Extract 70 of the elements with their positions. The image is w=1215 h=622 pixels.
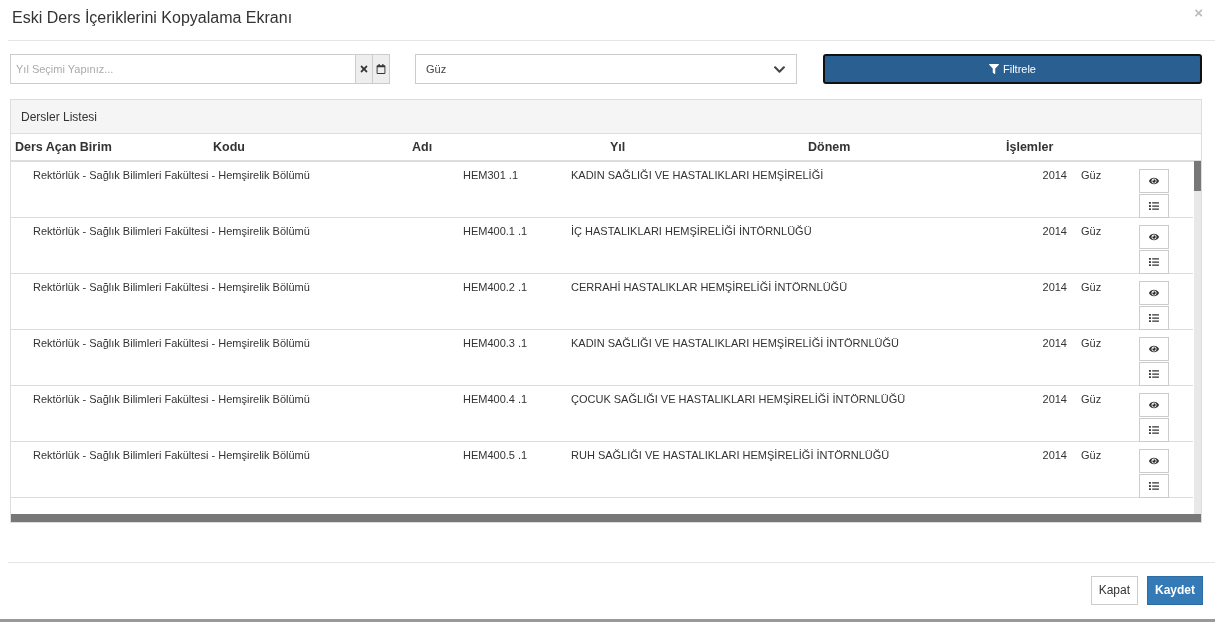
column-header: Dönem [808, 140, 852, 154]
table-cell-text: Güz [1081, 393, 1103, 405]
table-cell-text: Rektörlük - Sağlık Bilimleri Fakültesi - Hemşirelik Bölümü [33, 169, 311, 181]
list-button[interactable] [1139, 306, 1169, 330]
list-button[interactable] [1139, 418, 1169, 442]
list-button[interactable] [1139, 194, 1169, 218]
table-cell-text: Güz [1081, 337, 1103, 349]
table-cell-text: 2014 [1041, 169, 1067, 181]
eye-icon [1149, 400, 1159, 410]
view-button[interactable] [1139, 337, 1169, 361]
column-header: Ders Açan Birim [15, 140, 113, 154]
table-cell-text: Güz [1081, 225, 1103, 237]
eye-icon [1149, 176, 1159, 186]
table-cell-text: HEM400.1 .1 [463, 225, 529, 237]
table-cell-text: HEM301 .1 [463, 169, 520, 181]
list-icon [1149, 369, 1159, 379]
view-button[interactable] [1139, 225, 1169, 249]
eye-icon [1149, 456, 1159, 466]
window-title: Eski Ders İçeriklerini Kopyalama Ekranı [12, 8, 293, 28]
view-button[interactable] [1139, 393, 1169, 417]
table-cell-text: 2014 [1041, 393, 1067, 405]
table-cell-text: Güz [1081, 169, 1103, 181]
list-icon [1149, 201, 1159, 211]
table-cell-text: Rektörlük - Sağlık Bilimleri Fakültesi - Hemşirelik Bölümü [33, 449, 311, 461]
table-cell-text: 2014 [1041, 225, 1067, 237]
table-cell-text: CERRAHİ HASTALIKLAR HEMŞİRELİĞİ İNTÖRNLÜĞÜ [571, 281, 849, 293]
table-cell-text: HEM400.2 .1 [463, 281, 529, 293]
table-cell-text: 2014 [1041, 449, 1067, 461]
column-header: İşlemler [1006, 140, 1055, 154]
column-header: Adı [412, 140, 434, 154]
table-cell-text: KADIN SAĞLIĞI VE HASTALIKLARI HEMŞİRELİĞİ [571, 169, 825, 181]
table-cell-text: Rektörlük - Sağlık Bilimleri Fakültesi - Hemşirelik Bölümü [33, 393, 311, 405]
table-cell-text: HEM400.5 .1 [463, 449, 529, 461]
close-button[interactable]: Kapat [1090, 575, 1138, 605]
eye-icon [1149, 288, 1159, 298]
table-cell-text: 2014 [1041, 281, 1067, 293]
list-icon [1149, 313, 1159, 323]
table-cell-text: Rektörlük - Sağlık Bilimleri Fakültesi - Hemşirelik Bölümü [33, 281, 311, 293]
column-header: Yıl [610, 140, 627, 154]
table-cell-text: İÇ HASTALIKLARI HEMŞİRELİĞİ İNTÖRNLÜĞÜ [571, 225, 813, 237]
table-cell-text: HEM400.3 .1 [463, 337, 529, 349]
eye-icon [1149, 344, 1159, 354]
table-cell-text: ÇOCUK SAĞLIĞI VE HASTALIKLARI HEMŞİRELİĞİ İNTÖRNLÜĞÜ [571, 393, 907, 405]
list-button[interactable] [1139, 362, 1169, 386]
table-cell-text: Rektörlük - Sağlık Bilimleri Fakültesi - Hemşirelik Bölümü [33, 225, 311, 237]
year-field[interactable]: Yıl Seçimi Yapınız... [10, 54, 356, 84]
filter-button[interactable]: Filtrele [823, 54, 1202, 84]
view-button[interactable] [1139, 449, 1169, 473]
table-cell-text: Güz [1081, 449, 1103, 461]
table-cell-text: RUH SAĞLIĞI VE HASTALIKLARI HEMŞİRELİĞİ İNTÖRNLÜĞÜ [571, 449, 891, 461]
list-icon [1149, 257, 1159, 267]
calendar-icon[interactable] [373, 54, 390, 84]
table-cell-text: KADIN SAĞLIĞI VE HASTALIKLARI HEMŞİRELİĞİ İNTÖRNLÜĞÜ [571, 337, 901, 349]
table-cell-text: Güz [1081, 281, 1103, 293]
filter-icon [989, 64, 999, 74]
list-icon [1149, 481, 1159, 491]
list-button[interactable] [1139, 250, 1169, 274]
view-button[interactable] [1139, 169, 1169, 193]
table-cell-text: HEM400.4 .1 [463, 393, 529, 405]
save-button[interactable]: Kaydet [1147, 575, 1203, 605]
table-cell-text: Rektörlük - Sağlık Bilimleri Fakültesi - Hemşirelik Bölümü [33, 337, 311, 349]
term-select[interactable]: Güz [415, 54, 797, 84]
list-icon [1149, 425, 1159, 435]
eye-icon [1149, 232, 1159, 242]
list-button[interactable] [1139, 474, 1169, 498]
table-cell-text: 2014 [1041, 337, 1067, 349]
column-header: Kodu [213, 140, 246, 154]
view-button[interactable] [1139, 281, 1169, 305]
clear-icon[interactable] [356, 54, 373, 84]
panel-title: Dersler Listesi [11, 100, 1201, 134]
